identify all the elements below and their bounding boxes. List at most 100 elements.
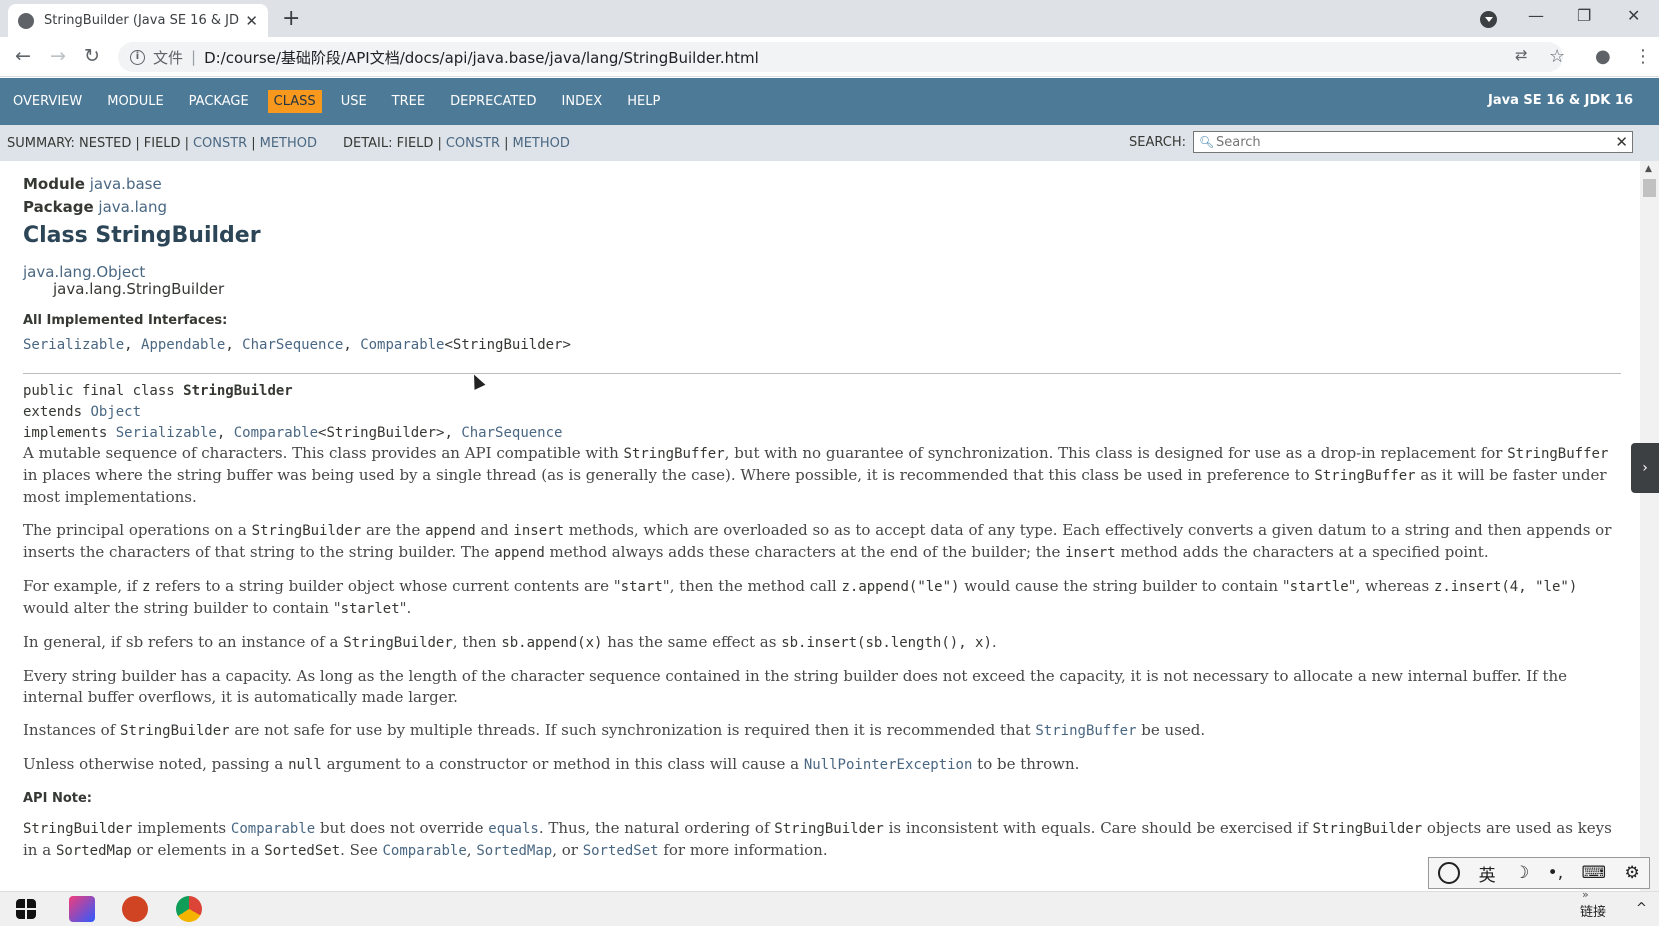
- search-input[interactable]: 🔍︎ Search ✕: [1193, 131, 1633, 153]
- detail-constr-link[interactable]: CONSTR: [446, 136, 500, 151]
- implemented-interfaces-list: Serializable, Appendable, CharSequence, …: [23, 337, 571, 353]
- code-link[interactable]: NullPointerException: [804, 757, 973, 773]
- new-tab-button[interactable]: +: [282, 6, 300, 31]
- page-title: Class StringBuilder: [23, 223, 261, 248]
- code-term: insert: [1065, 545, 1116, 561]
- description-paragraph: Every string builder has a capacity. As …: [23, 667, 1568, 706]
- nav-package[interactable]: PACKAGE: [183, 90, 255, 113]
- text-segment: are not safe for use by multiple threads…: [229, 721, 1036, 739]
- browser-tab[interactable]: StringBuilder (Java SE 16 & JDK ✕: [8, 4, 268, 37]
- sig-comparable-link[interactable]: Comparable: [234, 425, 318, 441]
- code-term: StringBuffer: [1314, 468, 1416, 484]
- profile-icon[interactable]: ●: [1595, 46, 1611, 67]
- ime-punctuation-icon[interactable]: •,: [1548, 863, 1563, 883]
- sig-sep: ,: [216, 425, 234, 441]
- address-bar-row: ← → ↻ i 文件 | D:/course/基础阶段/API文档/docs/a…: [0, 37, 1659, 77]
- ime-settings-icon[interactable]: ⚙: [1624, 863, 1639, 883]
- nav-index[interactable]: INDEX: [556, 90, 609, 113]
- search-placeholder: Search: [1216, 134, 1261, 150]
- code-term: sb.insert(sb.length(), x): [781, 635, 992, 651]
- text-segment: In general, if sb refers to an instance …: [23, 633, 344, 651]
- forward-button[interactable]: →: [50, 45, 66, 67]
- info-icon[interactable]: i: [130, 49, 145, 65]
- scroll-up-icon[interactable]: ▲: [1645, 164, 1652, 174]
- reload-button[interactable]: ↻: [84, 45, 100, 67]
- intellij-icon[interactable]: [69, 896, 95, 922]
- browser-tab-strip: StringBuilder (Java SE 16 & JDK ✕ + — ❐ …: [0, 0, 1659, 37]
- nav-deprecated[interactable]: DEPRECATED: [444, 90, 542, 113]
- impl-appendable-link[interactable]: Appendable: [141, 337, 225, 353]
- code-link[interactable]: StringBuffer: [1035, 723, 1136, 739]
- close-window-button[interactable]: ✕: [1627, 6, 1640, 25]
- description-paragraph: In general, if sb refers to an instance …: [23, 632, 1623, 654]
- detail-field: FIELD: [396, 135, 434, 151]
- vertical-scrollbar[interactable]: ▲: [1640, 161, 1659, 891]
- code-link[interactable]: SortedSet: [583, 843, 659, 859]
- module-label: Module: [23, 175, 85, 193]
- sig-serializable-link[interactable]: Serializable: [116, 425, 217, 441]
- code-term: StringBuilder: [251, 523, 362, 539]
- nav-tree[interactable]: TREE: [386, 90, 431, 113]
- class-content: Module java.base Package java.lang Class…: [0, 161, 1640, 891]
- sig-object-link[interactable]: Object: [90, 404, 141, 420]
- text-segment: , but with no guarantee of synchronizati…: [724, 444, 1508, 462]
- text-segment: Instances of: [23, 721, 121, 739]
- scrollbar-thumb[interactable]: [1643, 179, 1656, 197]
- code-term: StringBuffer: [623, 446, 725, 462]
- text-segment: method always adds these characters at t…: [544, 543, 1066, 561]
- minimize-button[interactable]: —: [1528, 6, 1544, 25]
- code-link[interactable]: SortedMap: [476, 843, 552, 859]
- module-link[interactable]: java.base: [90, 175, 162, 193]
- text-segment: refers to a string builder object whose …: [150, 577, 621, 595]
- code-term: StringBuffer: [1507, 446, 1609, 462]
- links-toolbar-label[interactable]: 链接: [1580, 901, 1606, 920]
- summary-nested: NESTED: [79, 135, 132, 151]
- ime-moon-icon[interactable]: ☽: [1514, 863, 1529, 883]
- code-link[interactable]: Comparable: [231, 821, 315, 837]
- sig-charsequence-link[interactable]: CharSequence: [461, 425, 562, 441]
- code-link[interactable]: equals: [488, 821, 539, 837]
- nav-help[interactable]: HELP: [621, 90, 666, 113]
- detail-method-link[interactable]: METHOD: [512, 136, 569, 151]
- impl-serializable-link[interactable]: Serializable: [23, 337, 124, 353]
- ime-keyboard-icon[interactable]: ⌨: [1582, 863, 1607, 883]
- impl-charsequence-link[interactable]: CharSequence: [242, 337, 343, 353]
- nav-overview[interactable]: OVERVIEW: [7, 90, 88, 113]
- chrome-icon[interactable]: [176, 896, 202, 922]
- text-segment: would cause the string builder to contai…: [959, 577, 1290, 595]
- code-term: start: [620, 579, 663, 595]
- tray-expand-arrows[interactable]: »: [1582, 888, 1589, 901]
- ime-logo-icon[interactable]: [1438, 862, 1461, 884]
- side-panel-toggle[interactable]: ›: [1631, 443, 1659, 493]
- address-url[interactable]: D:/course/基础阶段/API文档/docs/api/java.base/…: [204, 47, 759, 68]
- pipe: |: [437, 135, 442, 151]
- restore-button[interactable]: ❐: [1577, 6, 1591, 25]
- back-button[interactable]: ←: [15, 45, 31, 67]
- star-icon[interactable]: ☆: [1549, 46, 1565, 67]
- description-paragraph: Unless otherwise noted, passing a null a…: [23, 754, 1623, 776]
- summary-constr-link[interactable]: CONSTR: [193, 136, 247, 151]
- tab-close-icon[interactable]: ✕: [245, 12, 258, 30]
- more-icon[interactable]: ⋮: [1634, 46, 1652, 67]
- code-link[interactable]: Comparable: [382, 843, 466, 859]
- address-field[interactable]: i 文件 | D:/course/基础阶段/API文档/docs/api/jav…: [118, 42, 1563, 72]
- package-label: Package: [23, 198, 94, 216]
- impl-comparable-link[interactable]: Comparable: [360, 337, 444, 353]
- inheritance-parent-link[interactable]: java.lang.Object: [23, 263, 145, 281]
- tray-chevron-icon[interactable]: ^: [1636, 901, 1647, 916]
- text-segment: ".: [399, 599, 412, 617]
- tab-search-icon[interactable]: [1480, 11, 1497, 28]
- summary-method-link[interactable]: METHOD: [260, 136, 317, 151]
- windows-start-icon[interactable]: [16, 899, 36, 919]
- translate-icon[interactable]: ⇄: [1515, 46, 1528, 64]
- taskbar: » 链接 ^: [0, 888, 1659, 926]
- text-segment: . Thus, the natural ordering of: [538, 819, 775, 837]
- ime-language-toggle[interactable]: 英: [1479, 861, 1496, 886]
- package-link[interactable]: java.lang: [98, 198, 167, 216]
- nav-module[interactable]: MODULE: [101, 90, 169, 113]
- nav-use[interactable]: USE: [335, 90, 373, 113]
- about-language: Java SE 16 & JDK 16: [1488, 93, 1633, 108]
- globe-icon: [18, 12, 34, 29]
- powerpoint-icon[interactable]: [122, 896, 148, 922]
- search-reset-icon[interactable]: ✕: [1615, 133, 1628, 151]
